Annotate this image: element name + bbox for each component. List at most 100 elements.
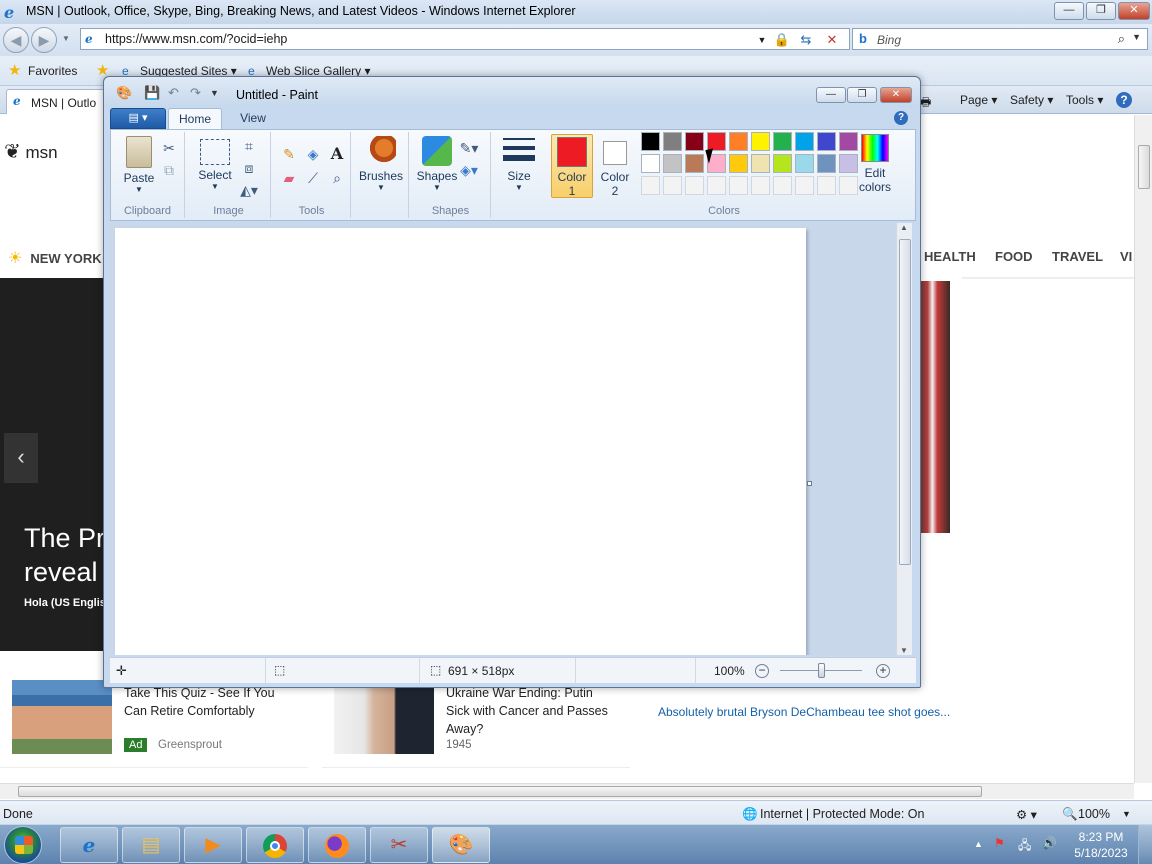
back-button[interactable]: ◀: [3, 27, 29, 53]
clock[interactable]: 8:23 PM 5/18/2023: [1068, 829, 1134, 861]
palette-custom-slot[interactable]: [685, 176, 704, 195]
zoom-dropdown-icon[interactable]: ▼: [1122, 809, 1131, 819]
flag-image[interactable]: [918, 281, 950, 533]
address-field[interactable]: e https://www.msn.com/?ocid=iehp ▼ 🔒 ⇆ ✕: [80, 28, 850, 50]
color1-button[interactable]: Color 1: [551, 134, 593, 198]
palette-custom-slot[interactable]: [751, 176, 770, 195]
palette-swatch[interactable]: [685, 132, 704, 151]
tab-view[interactable]: View: [228, 108, 278, 129]
paint-maximize-button[interactable]: ❐: [847, 87, 877, 103]
ie-tab-msn[interactable]: e MSN | Outlo: [6, 89, 116, 114]
zoom-out-button[interactable]: −: [755, 664, 769, 678]
quick-access-dropdown-icon[interactable]: ▼: [210, 88, 219, 98]
palette-swatch[interactable]: [641, 154, 660, 173]
palette-custom-slot[interactable]: [817, 176, 836, 195]
eraser-icon[interactable]: ▰: [279, 168, 299, 188]
drawing-canvas[interactable]: [115, 228, 806, 655]
paint-app-menu-button[interactable]: ▤ ▾: [110, 108, 166, 129]
search-dropdown-icon[interactable]: ▼: [1132, 32, 1141, 42]
protected-mode-icon[interactable]: ⚙ ▾: [1016, 807, 1037, 822]
taskbar-snipping-tool-icon[interactable]: ✂: [370, 827, 428, 863]
taskbar-ie-icon[interactable]: e: [60, 827, 118, 863]
save-icon[interactable]: 💾: [144, 85, 160, 101]
palette-swatch[interactable]: [751, 154, 770, 173]
palette-swatch[interactable]: [795, 154, 814, 173]
ie-minimize-button[interactable]: —: [1054, 2, 1084, 20]
color-picker-icon[interactable]: ⟋: [303, 168, 323, 188]
tray-expand-icon[interactable]: ▲: [974, 839, 983, 849]
compatibility-view-icon[interactable]: ⇆: [795, 31, 817, 49]
paste-button[interactable]: Paste ▼: [117, 136, 161, 194]
hero-headline[interactable]: The Pr reveal: [24, 521, 105, 589]
action-center-icon[interactable]: ⚑: [994, 836, 1005, 850]
scroll-up-icon[interactable]: ▲: [900, 223, 908, 232]
tab-home[interactable]: Home: [168, 108, 222, 129]
undo-icon[interactable]: ↶: [168, 85, 179, 101]
crop-icon[interactable]: ⌗: [239, 136, 259, 156]
brushes-button[interactable]: Brushes ▼: [357, 136, 405, 192]
security-zone[interactable]: Internet | Protected Mode: On: [760, 807, 924, 821]
zoom-in-button[interactable]: +: [876, 664, 890, 678]
paint-vertical-scroll-thumb[interactable]: [899, 239, 911, 565]
safety-menu[interactable]: Safety ▾: [1010, 93, 1053, 107]
taskbar-media-player-icon[interactable]: ▶: [184, 827, 242, 863]
start-button[interactable]: [4, 826, 42, 864]
help-icon[interactable]: ?: [1116, 92, 1132, 108]
page-menu[interactable]: Page ▾: [960, 93, 997, 107]
palette-custom-slot[interactable]: [641, 176, 660, 195]
palette-swatch[interactable]: [795, 132, 814, 151]
color2-button[interactable]: Color 2: [595, 134, 635, 198]
recent-pages-dropdown-icon[interactable]: ▼: [62, 34, 70, 43]
ie-horizontal-scroll-thumb[interactable]: [18, 786, 982, 797]
ie-horizontal-scrollbar[interactable]: [0, 783, 1134, 799]
palette-swatch[interactable]: [663, 132, 682, 151]
nav-health[interactable]: HEALTH: [924, 249, 976, 264]
palette-custom-slot[interactable]: [773, 176, 792, 195]
stop-icon[interactable]: ✕: [821, 31, 843, 49]
search-field[interactable]: b Bing ⌕ ▼: [852, 28, 1148, 50]
volume-icon[interactable]: 🔊: [1042, 836, 1057, 850]
hero-prev-arrow[interactable]: ‹: [4, 433, 38, 483]
palette-swatch[interactable]: [817, 132, 836, 151]
scroll-down-icon[interactable]: ▼: [900, 646, 908, 655]
fill-icon[interactable]: ◈: [303, 144, 323, 164]
palette-swatch[interactable]: [751, 132, 770, 151]
edit-colors-button[interactable]: Edit colors: [853, 134, 897, 194]
favorites-button[interactable]: Favorites: [28, 64, 77, 78]
zoom-level[interactable]: 100%: [1078, 807, 1110, 821]
resize-icon[interactable]: ⧈: [239, 158, 259, 178]
news-link[interactable]: Absolutely brutal Bryson DeChambeau tee …: [658, 705, 950, 719]
paint-vertical-scrollbar[interactable]: ▲ ▼: [896, 223, 912, 655]
redo-icon[interactable]: ↷: [190, 85, 201, 101]
palette-swatch[interactable]: [663, 154, 682, 173]
text-icon[interactable]: A: [327, 144, 347, 164]
size-button[interactable]: Size ▼: [497, 138, 541, 192]
palette-swatch[interactable]: [729, 154, 748, 173]
nav-travel[interactable]: TRAVEL: [1052, 249, 1103, 264]
paint-minimize-button[interactable]: —: [816, 87, 846, 103]
taskbar-explorer-icon[interactable]: ▤: [122, 827, 180, 863]
paint-help-icon[interactable]: ?: [894, 111, 908, 125]
palette-custom-slot[interactable]: [707, 176, 726, 195]
palette-swatch[interactable]: [641, 132, 660, 151]
zoom-slider-thumb[interactable]: [818, 663, 825, 678]
palette-swatch[interactable]: [773, 132, 792, 151]
print-icon[interactable]: 🖶: [920, 93, 931, 114]
palette-custom-slot[interactable]: [663, 176, 682, 195]
msn-logo[interactable]: ❦ msn: [4, 139, 58, 164]
pencil-icon[interactable]: ✎: [279, 144, 299, 164]
ie-maximize-button[interactable]: ❐: [1086, 2, 1116, 20]
magnifier-icon[interactable]: ⌕: [327, 168, 347, 188]
shape-fill-icon[interactable]: ◈▾: [459, 160, 479, 180]
ie-vertical-scroll-thumb[interactable]: [1138, 145, 1150, 189]
show-desktop-button[interactable]: [1138, 825, 1152, 864]
paint-close-button[interactable]: ✕: [880, 87, 912, 103]
network-icon[interactable]: 🖧: [1018, 836, 1031, 857]
ie-close-button[interactable]: ✕: [1118, 2, 1150, 20]
palette-custom-slot[interactable]: [795, 176, 814, 195]
palette-swatch[interactable]: [729, 132, 748, 151]
palette-swatch[interactable]: [817, 154, 836, 173]
lock-icon[interactable]: 🔒: [771, 31, 793, 49]
forward-button[interactable]: ▶: [31, 27, 57, 53]
shapes-button[interactable]: Shapes ▼: [415, 136, 459, 192]
